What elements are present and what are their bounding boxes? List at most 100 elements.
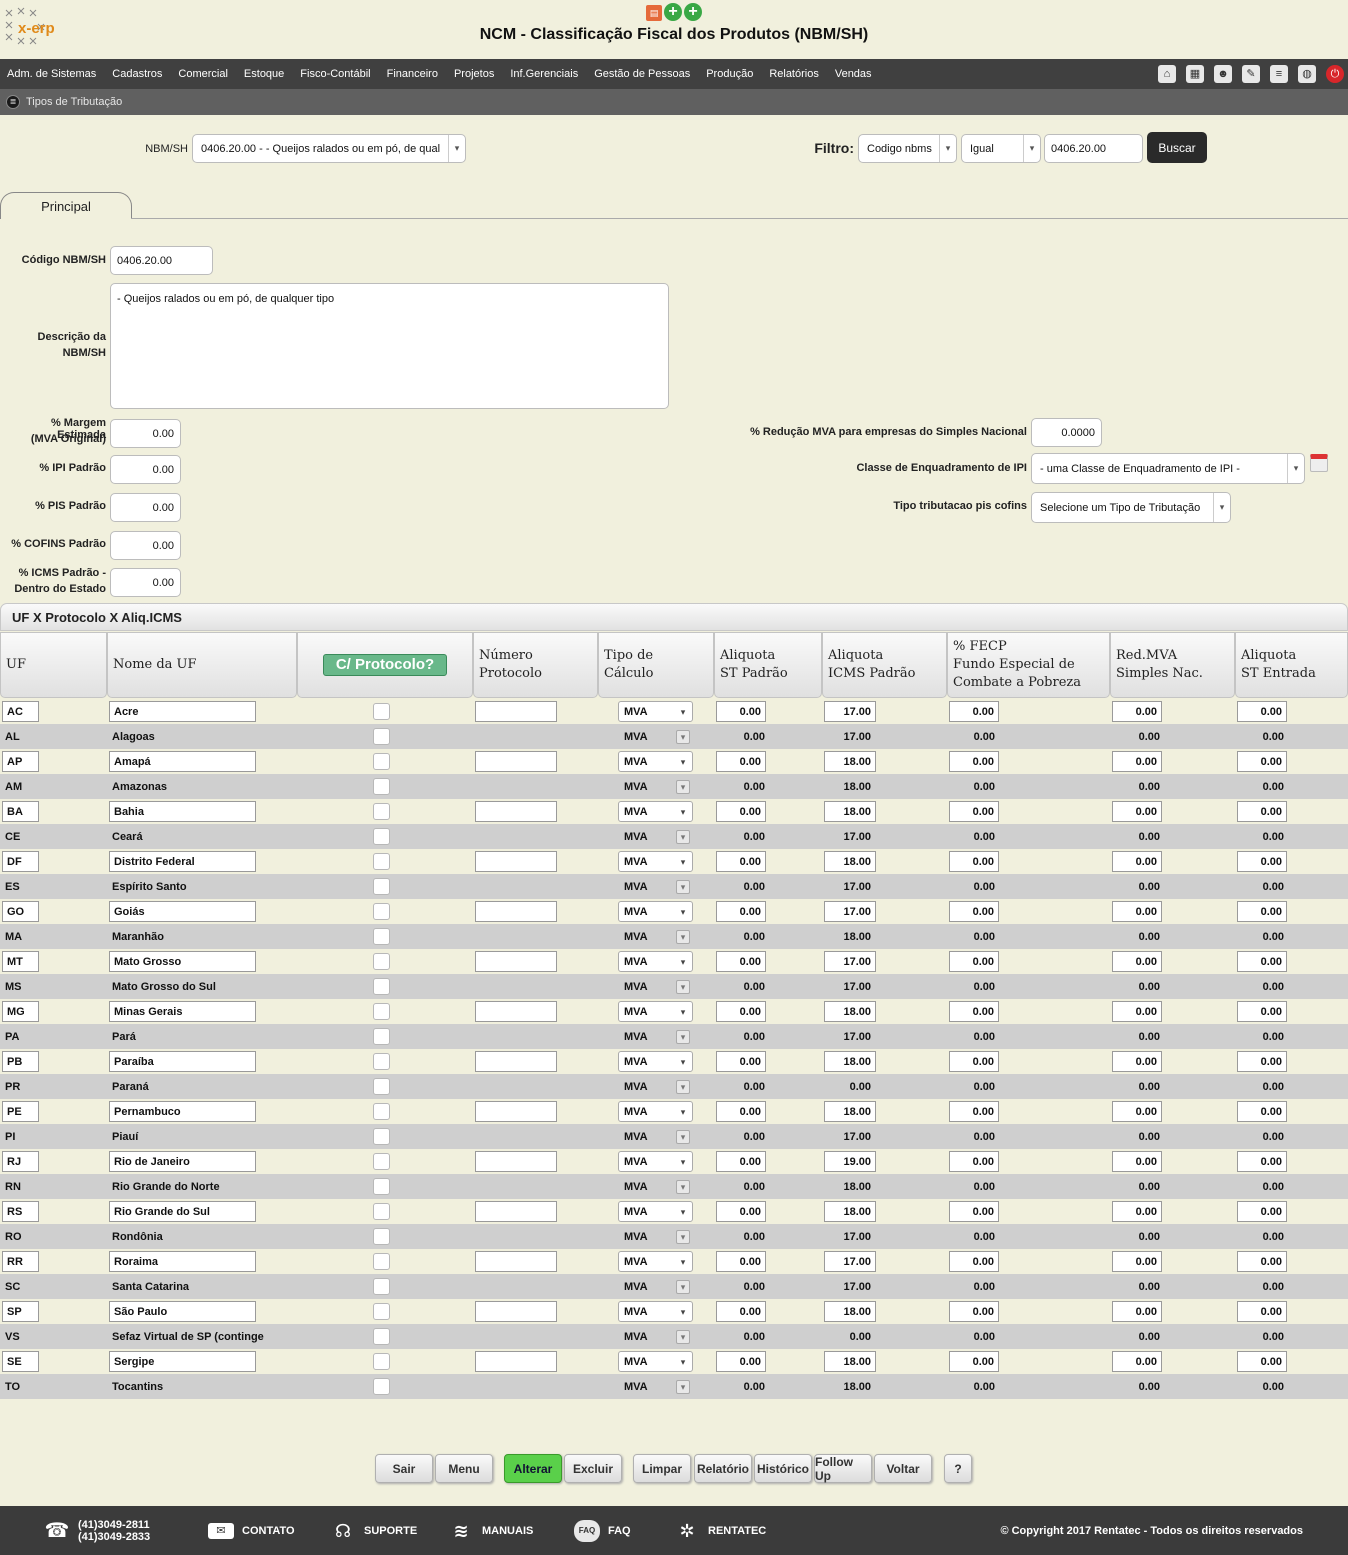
protocolo-checkbox[interactable] — [373, 878, 390, 895]
cofins-input[interactable]: 0.00 — [110, 531, 181, 560]
uf-input[interactable]: RR — [2, 1251, 39, 1272]
home-icon[interactable]: ⌂ — [1158, 65, 1176, 83]
nome-uf-input[interactable]: Mato Grosso — [109, 951, 256, 972]
uf-input[interactable]: DF — [2, 851, 39, 872]
descricao-textarea[interactable]: - Queijos ralados ou em pó, de qualquer … — [110, 283, 669, 409]
st-entrada-input[interactable]: 0.00 — [1237, 1351, 1287, 1372]
uf-input[interactable]: PB — [2, 1051, 39, 1072]
follow-up-button[interactable]: Follow Up — [814, 1454, 872, 1483]
tipo-calculo-select[interactable]: MVA ▾ — [618, 826, 693, 847]
protocolo-checkbox[interactable] — [373, 778, 390, 795]
col-header-fecp[interactable]: % FECP Fundo Especial de Combate a Pobreza — [947, 632, 1110, 698]
numero-protocolo-input[interactable] — [475, 751, 557, 772]
tipo-calculo-select[interactable]: MVA ▾ — [618, 876, 693, 897]
red-mva-input[interactable]: 0.00 — [1112, 1151, 1162, 1172]
icms-padrao-input[interactable]: 18.00 — [824, 751, 876, 772]
help-button[interactable]: ? — [944, 1454, 972, 1483]
st-padrao-input[interactable]: 0.00 — [716, 1201, 766, 1222]
fecp-input[interactable]: 0.00 — [949, 751, 999, 772]
protocolo-checkbox[interactable] — [373, 703, 390, 720]
numero-protocolo-input[interactable] — [475, 1301, 557, 1322]
classe-ipi-select[interactable]: - uma Classe de Enquadramento de IPI - ▾ — [1031, 453, 1305, 484]
protocolo-checkbox[interactable] — [373, 728, 390, 745]
menu-estoque[interactable]: Estoque — [236, 68, 292, 80]
st-entrada-input[interactable]: 0.00 — [1237, 1251, 1287, 1272]
limpar-button[interactable]: Limpar — [633, 1454, 691, 1483]
icms-padrao-input[interactable]: 17.00 — [824, 901, 876, 922]
menu-financeiro[interactable]: Financeiro — [379, 68, 446, 80]
st-entrada-input[interactable]: 0.00 — [1237, 801, 1287, 822]
tipo-calculo-select[interactable]: MVA ▾ — [618, 976, 693, 997]
st-padrao-input[interactable]: 0.00 — [716, 1051, 766, 1072]
icms-padrao-input[interactable]: 17.00 — [824, 701, 876, 722]
breadcrumb-label[interactable]: Tipos de Tributação — [26, 96, 122, 108]
historico-button[interactable]: Histórico — [754, 1454, 812, 1483]
red-mva-input[interactable]: 0.00 — [1112, 1201, 1162, 1222]
icms-padrao-input[interactable]: 17.00 — [824, 951, 876, 972]
red-mva-input[interactable]: 0.00 — [1112, 1351, 1162, 1372]
uf-input[interactable]: RJ — [2, 1151, 39, 1172]
st-padrao-input[interactable]: 0.00 — [716, 701, 766, 722]
uf-input[interactable]: MT — [2, 951, 39, 972]
tipo-calculo-select[interactable]: MVA ▾ — [618, 1101, 693, 1122]
tipo-calculo-select[interactable]: MVA ▾ — [618, 951, 693, 972]
nome-uf-input[interactable]: Acre — [109, 701, 256, 722]
menu-projetos[interactable]: Projetos — [446, 68, 502, 80]
printer-icon[interactable]: ▦ — [1186, 65, 1204, 83]
icms-padrao-input[interactable]: 17.00 — [824, 1251, 876, 1272]
tipo-calculo-select[interactable]: MVA ▾ — [618, 1276, 693, 1297]
edit-document-icon[interactable]: ✎ — [1242, 65, 1260, 83]
protocolo-checkbox[interactable] — [373, 1353, 390, 1370]
protocolo-checkbox[interactable] — [373, 1153, 390, 1170]
footer-contato[interactable]: ✉ CONTATO — [208, 1506, 295, 1555]
fecp-input[interactable]: 0.00 — [949, 1001, 999, 1022]
tipo-calculo-select[interactable]: MVA ▾ — [618, 751, 693, 772]
protocolo-checkbox[interactable] — [373, 1003, 390, 1020]
st-entrada-input[interactable]: 0.00 — [1237, 1301, 1287, 1322]
col-header-icms[interactable]: Aliquota ICMS Padrão — [822, 632, 947, 698]
search-button[interactable]: Buscar — [1147, 132, 1207, 163]
st-padrao-input[interactable]: 0.00 — [716, 1251, 766, 1272]
tipo-calculo-select[interactable]: MVA ▾ — [618, 1376, 693, 1397]
red-mva-input[interactable]: 0.00 — [1112, 1301, 1162, 1322]
uf-input[interactable]: AP — [2, 751, 39, 772]
footer-suporte[interactable]: ☊ SUPORTE — [330, 1506, 417, 1555]
protocolo-checkbox[interactable] — [373, 1078, 390, 1095]
uf-input[interactable]: SP — [2, 1301, 39, 1322]
icms-padrao-input[interactable]: 18.00 — [824, 1201, 876, 1222]
reducao-mva-input[interactable]: 0.0000 — [1031, 418, 1102, 447]
tipo-calculo-select[interactable]: MVA ▾ — [618, 1301, 693, 1322]
protocolo-checkbox[interactable] — [373, 753, 390, 770]
protocolo-checkbox[interactable] — [373, 1278, 390, 1295]
fecp-input[interactable]: 0.00 — [949, 1201, 999, 1222]
st-entrada-input[interactable]: 0.00 — [1237, 951, 1287, 972]
st-entrada-input[interactable]: 0.00 — [1237, 1101, 1287, 1122]
menu-gestao-pessoas[interactable]: Gestão de Pessoas — [586, 68, 698, 80]
footer-phone[interactable]: ☎ (41)3049-2811 (41)3049-2833 — [44, 1506, 151, 1555]
footer-faq[interactable]: FAQ FAQ — [574, 1506, 631, 1555]
uf-input[interactable]: SE — [2, 1351, 39, 1372]
menu-cadastros[interactable]: Cadastros — [104, 68, 170, 80]
tipo-calculo-select[interactable]: MVA ▾ — [618, 1126, 693, 1147]
red-mva-input[interactable]: 0.00 — [1112, 701, 1162, 722]
tipo-calculo-select[interactable]: MVA ▾ — [618, 1076, 693, 1097]
st-entrada-input[interactable]: 0.00 — [1237, 1201, 1287, 1222]
relatorio-button[interactable]: Relatório — [694, 1454, 752, 1483]
protocolo-checkbox[interactable] — [373, 1303, 390, 1320]
protocolo-checkbox[interactable] — [373, 978, 390, 995]
fecp-input[interactable]: 0.00 — [949, 1051, 999, 1072]
col-header-tipo[interactable]: Tipo de Cálculo — [598, 632, 714, 698]
protocolo-checkbox[interactable] — [373, 953, 390, 970]
st-padrao-input[interactable]: 0.00 — [716, 1151, 766, 1172]
pis-input[interactable]: 0.00 — [110, 493, 181, 522]
tipo-calculo-select[interactable]: MVA ▾ — [618, 1226, 693, 1247]
menu-comercial[interactable]: Comercial — [170, 68, 236, 80]
calendar-icon[interactable] — [1310, 454, 1328, 472]
numero-protocolo-input[interactable] — [475, 1001, 557, 1022]
tipo-tributacao-select[interactable]: Selecione um Tipo de Tributação ▾ — [1031, 492, 1231, 523]
margem-input[interactable]: 0.00 — [110, 419, 181, 448]
protocolo-checkbox[interactable] — [373, 1378, 390, 1395]
document-icon[interactable]: ▤ — [646, 5, 662, 21]
tipo-calculo-select[interactable]: MVA ▾ — [618, 1151, 693, 1172]
st-padrao-input[interactable]: 0.00 — [716, 1301, 766, 1322]
